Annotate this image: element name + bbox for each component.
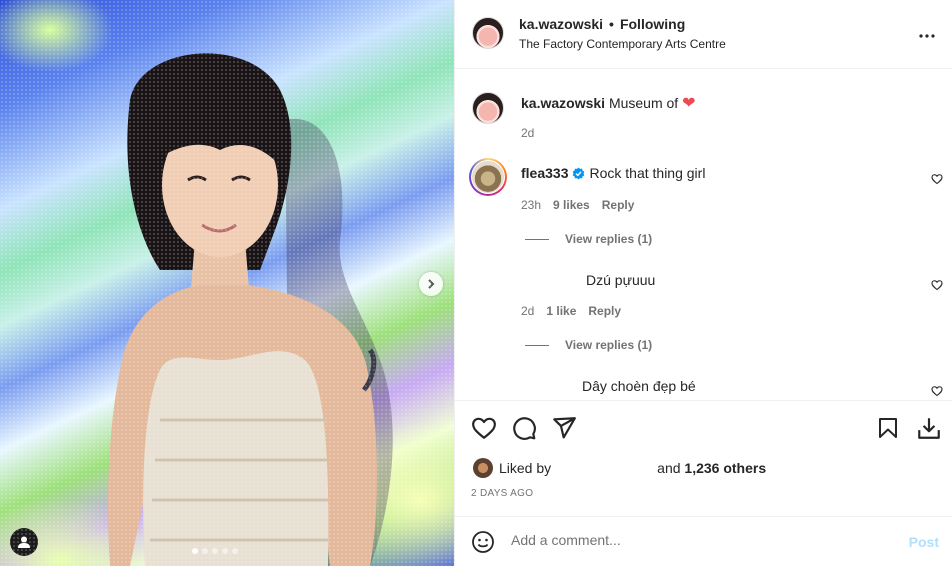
comment-text: Dzú pựuuu (586, 272, 656, 288)
next-photo-button[interactable] (419, 272, 443, 296)
emoji-icon[interactable] (471, 530, 495, 554)
user-icon (18, 536, 30, 548)
carousel-dot (212, 548, 218, 554)
carousel-dot (232, 548, 238, 554)
view-replies-button[interactable]: View replies (1) (525, 232, 652, 246)
comments-list[interactable]: ka.wazowski Museum of ❤ 2d flea333 Rock … (455, 69, 952, 400)
tagged-users-button[interactable] (10, 528, 38, 556)
comment-like-icon[interactable] (931, 385, 943, 397)
caption: ka.wazowski Museum of ❤ (521, 93, 695, 113)
comment-meta: 23h 9 likes Reply (521, 198, 634, 212)
post-author-username[interactable]: ka.wazowski (519, 16, 603, 32)
carousel-indicator (192, 548, 238, 554)
post-author-line: ka.wazowski • Following (519, 16, 685, 32)
reply-button[interactable]: Reply (602, 198, 635, 212)
post-header: ka.wazowski • Following The Factory Contem… (455, 0, 952, 69)
view-replies-label: View replies (1) (565, 232, 653, 246)
view-replies-label: View replies (1) (565, 338, 653, 352)
caption-username[interactable]: ka.wazowski (521, 95, 605, 111)
post-comment-button[interactable]: Post (909, 534, 939, 550)
liked-by-and: and (657, 460, 681, 476)
add-comment-bar: Post (455, 516, 952, 566)
liked-by-avatar[interactable] (473, 458, 493, 478)
liked-by-prefix: Liked by (499, 460, 552, 476)
story-ring[interactable] (469, 158, 507, 196)
comment-avatar[interactable] (472, 161, 504, 193)
comment-text: Rock that thing girl (589, 165, 706, 181)
comment-like-icon[interactable] (931, 173, 943, 185)
share-icon[interactable] (551, 415, 577, 441)
caption-text: Museum of (608, 95, 679, 111)
post-date[interactable]: 2 DAYS AGO (471, 488, 533, 499)
photo-subject (108, 53, 393, 566)
following-button[interactable]: Following (620, 16, 685, 32)
divider-line (525, 238, 549, 240)
view-replies-button[interactable]: View replies (1) (525, 338, 652, 352)
post-details-panel: ka.wazowski • Following The Factory Contem… (454, 0, 952, 566)
carousel-dot (222, 548, 228, 554)
heart-emoji: ❤ (682, 95, 696, 112)
comment-username[interactable]: flea333 (521, 165, 568, 181)
comment-age: 23h (521, 198, 542, 212)
more-horizontal-icon (919, 34, 935, 38)
verified-badge-icon (573, 166, 585, 180)
download-icon[interactable] (916, 415, 942, 441)
chevron-right-icon (428, 279, 435, 289)
comment-row: flea333 Rock that thing girl (521, 165, 705, 181)
post-photo[interactable] (0, 0, 454, 566)
comment-icon[interactable] (511, 415, 537, 441)
divider-line (525, 344, 549, 346)
post-actions: Liked by and 1,236 others 2 DAYS AGO (455, 400, 952, 516)
comment-age: 2d (521, 304, 535, 318)
reply-button[interactable]: Reply (588, 304, 621, 318)
caption-age: 2d (521, 126, 535, 140)
more-options-button[interactable] (918, 26, 936, 42)
separator-dot: • (609, 16, 614, 32)
carousel-dot (192, 548, 198, 554)
like-icon[interactable] (471, 415, 497, 441)
comment-like-icon[interactable] (931, 279, 943, 291)
save-icon[interactable] (876, 415, 900, 441)
comment-row: Dzú pựuuu (586, 272, 655, 288)
comment-likes[interactable]: 1 like (546, 304, 576, 318)
comment-meta: 2d 1 like Reply (521, 304, 621, 318)
caption-avatar[interactable] (472, 92, 504, 124)
comment-input[interactable] (511, 532, 891, 548)
comment-text: Dây choèn đẹp bé (582, 378, 696, 394)
comment-likes[interactable]: 9 likes (553, 198, 590, 212)
liked-by-text: Liked by and 1,236 others (499, 460, 766, 476)
comment-row: Dây choèn đẹp bé (582, 378, 696, 394)
carousel-dot (202, 548, 208, 554)
like-count[interactable]: 1,236 others (684, 460, 766, 476)
post-location[interactable]: The Factory Contemporary Arts Centre (519, 37, 726, 51)
owner-avatar[interactable] (472, 17, 504, 49)
